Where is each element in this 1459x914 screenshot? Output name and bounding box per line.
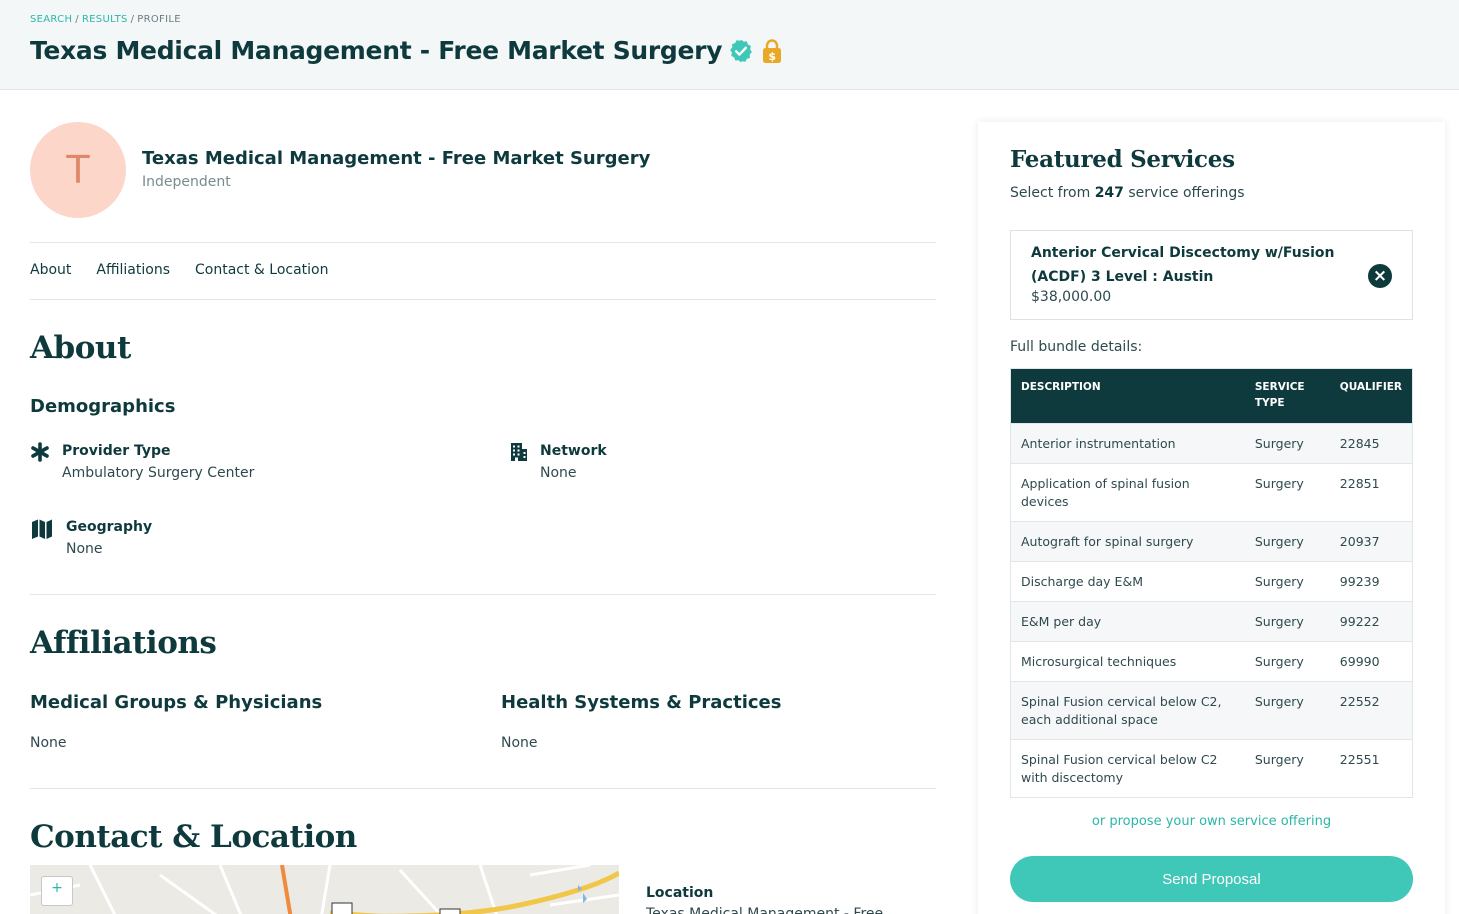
cell-service-type: Surgery — [1244, 601, 1330, 642]
service-count: 247 — [1094, 185, 1124, 201]
provider-type-value: Ambulatory Surgery Center — [62, 465, 255, 481]
cell-qualifier: 99222 — [1329, 601, 1413, 642]
table-row: Autograft for spinal surgery Surgery 20937 — [1010, 521, 1413, 562]
page-title-text: Texas Medical Management - Free Market S… — [30, 36, 723, 65]
tab-affiliations[interactable]: Affiliations — [96, 262, 170, 278]
network-value: None — [540, 465, 577, 481]
location-value: Texas Medical Management - Free — [646, 906, 884, 914]
column-header-qualifier: QUALIFIER — [1329, 368, 1413, 424]
geography-value: None — [66, 541, 103, 557]
tab-about[interactable]: About — [30, 262, 71, 278]
affiliations-heading: Affiliations — [30, 625, 217, 661]
cell-description: Spinal Fusion cervical below C2, each ad… — [1010, 681, 1245, 740]
verified-badge-icon — [728, 38, 754, 64]
featured-services-card: Featured Services Select from 247 servic… — [978, 122, 1445, 914]
geography-label: Geography — [66, 519, 153, 535]
tab-contact-location[interactable]: Contact & Location — [195, 262, 329, 278]
network-label: Network — [540, 443, 607, 459]
map-zoom-in-button[interactable]: + — [41, 876, 73, 906]
building-icon — [510, 442, 528, 466]
cell-description: Autograft for spinal surgery — [1010, 521, 1245, 562]
breadcrumb-current: PROFILE — [137, 14, 181, 25]
table-row: E&M per day Surgery 99222 — [1010, 601, 1413, 642]
medical-groups-value: None — [30, 735, 67, 751]
page-header: SEARCH / RESULTS / PROFILE Texas Medical Man… — [0, 0, 1459, 90]
location-label: Location — [646, 885, 714, 901]
health-systems-value: None — [501, 735, 538, 751]
featured-services-title: Featured Services — [1010, 146, 1235, 173]
medical-groups-heading: Medical Groups & Physicians — [30, 692, 323, 713]
table-header-row: DESCRIPTION SERVICE TYPE QUALIFIER — [1010, 368, 1413, 424]
asterisk-icon — [30, 442, 50, 466]
breadcrumb-separator: / — [75, 14, 79, 25]
breadcrumb-results-link[interactable]: RESULTS — [82, 14, 128, 25]
bundle-details-label: Full bundle details: — [1010, 339, 1143, 355]
breadcrumb-search-link[interactable]: SEARCH — [30, 14, 72, 25]
cell-qualifier: 22851 — [1329, 463, 1413, 522]
svg-text:$: $ — [769, 50, 776, 63]
close-icon: × — [1372, 265, 1388, 286]
bundle-table-body: Anterior instrumentation Surgery 22845 Appl… — [1010, 423, 1413, 798]
cell-service-type: Surgery — [1244, 463, 1330, 522]
send-proposal-button[interactable]: Send Proposal — [1010, 856, 1413, 902]
cell-description: Anterior instrumentation — [1010, 423, 1245, 464]
table-row: Anterior instrumentation Surgery 22845 — [1010, 423, 1413, 464]
cell-description: Discharge day E&M — [1010, 561, 1245, 602]
lock-dollar-icon: $ — [760, 38, 784, 64]
divider — [30, 788, 936, 789]
table-row: Microsurgical techniques Surgery 69990 — [1010, 641, 1413, 682]
cell-service-type: Surgery — [1244, 561, 1330, 602]
service-count-suffix: service offerings — [1128, 185, 1245, 201]
avatar: T — [30, 122, 126, 218]
service-count-text: Select from 247 service offerings — [1010, 185, 1245, 201]
cell-service-type: Surgery — [1244, 739, 1330, 798]
demographics-heading: Demographics — [30, 396, 176, 417]
provider-type-label: Provider Type — [62, 443, 171, 459]
page-title: Texas Medical Management - Free Market S… — [30, 36, 784, 65]
divider — [30, 299, 936, 300]
selected-service-price: $38,000.00 — [1031, 289, 1112, 305]
breadcrumb: SEARCH / RESULTS / PROFILE — [30, 14, 181, 25]
table-row: Application of spinal fusion devices Surg… — [1010, 463, 1413, 522]
column-header-service-type: SERVICE TYPE — [1244, 368, 1330, 424]
cell-service-type: Surgery — [1244, 423, 1330, 464]
remove-service-button[interactable]: × — [1368, 264, 1392, 288]
table-row: Discharge day E&M Surgery 99239 — [1010, 561, 1413, 602]
cell-description: Application of spinal fusion devices — [1010, 463, 1245, 522]
divider — [30, 242, 936, 243]
cell-qualifier: 22845 — [1329, 423, 1413, 464]
contact-location-heading: Contact & Location — [30, 819, 357, 855]
divider — [30, 594, 936, 595]
cell-service-type: Surgery — [1244, 641, 1330, 682]
cell-description: Microsurgical techniques — [1010, 641, 1245, 682]
cell-qualifier: 22551 — [1329, 739, 1413, 798]
column-header-description: DESCRIPTION — [1010, 368, 1245, 424]
cell-description: Spinal Fusion cervical below C2 with dis… — [1010, 739, 1245, 798]
selected-service: Anterior Cervical Discectomy w/Fusion (A… — [1010, 230, 1413, 320]
section-tabs: About Affiliations Contact & Location — [30, 262, 329, 278]
propose-service-link[interactable]: or propose your own service offering — [1010, 814, 1413, 829]
cell-qualifier: 69990 — [1329, 641, 1413, 682]
selected-service-name: Anterior Cervical Discectomy w/Fusion (A… — [1031, 245, 1335, 285]
cell-service-type: Surgery — [1244, 681, 1330, 740]
provider-name: Texas Medical Management - Free Market S… — [142, 148, 651, 169]
about-heading: About — [30, 330, 131, 366]
map-icon — [31, 518, 53, 544]
cell-description: E&M per day — [1010, 601, 1245, 642]
health-systems-heading: Health Systems & Practices — [501, 692, 782, 713]
cell-qualifier: 20937 — [1329, 521, 1413, 562]
breadcrumb-separator: / — [130, 14, 135, 25]
cell-qualifier: 22552 — [1329, 681, 1413, 740]
bundle-table: DESCRIPTION SERVICE TYPE QUALIFIER Anter… — [1010, 368, 1413, 798]
table-row: Spinal Fusion cervical below C2, each ad… — [1010, 681, 1413, 740]
cell-qualifier: 99239 — [1329, 561, 1413, 602]
service-count-prefix: Select from — [1010, 185, 1091, 201]
cell-service-type: Surgery — [1244, 521, 1330, 562]
map-roads — [30, 865, 619, 914]
table-row: Spinal Fusion cervical below C2 with dis… — [1010, 739, 1413, 798]
location-map[interactable]: + — [30, 865, 619, 914]
provider-affiliation-type: Independent — [142, 174, 231, 190]
